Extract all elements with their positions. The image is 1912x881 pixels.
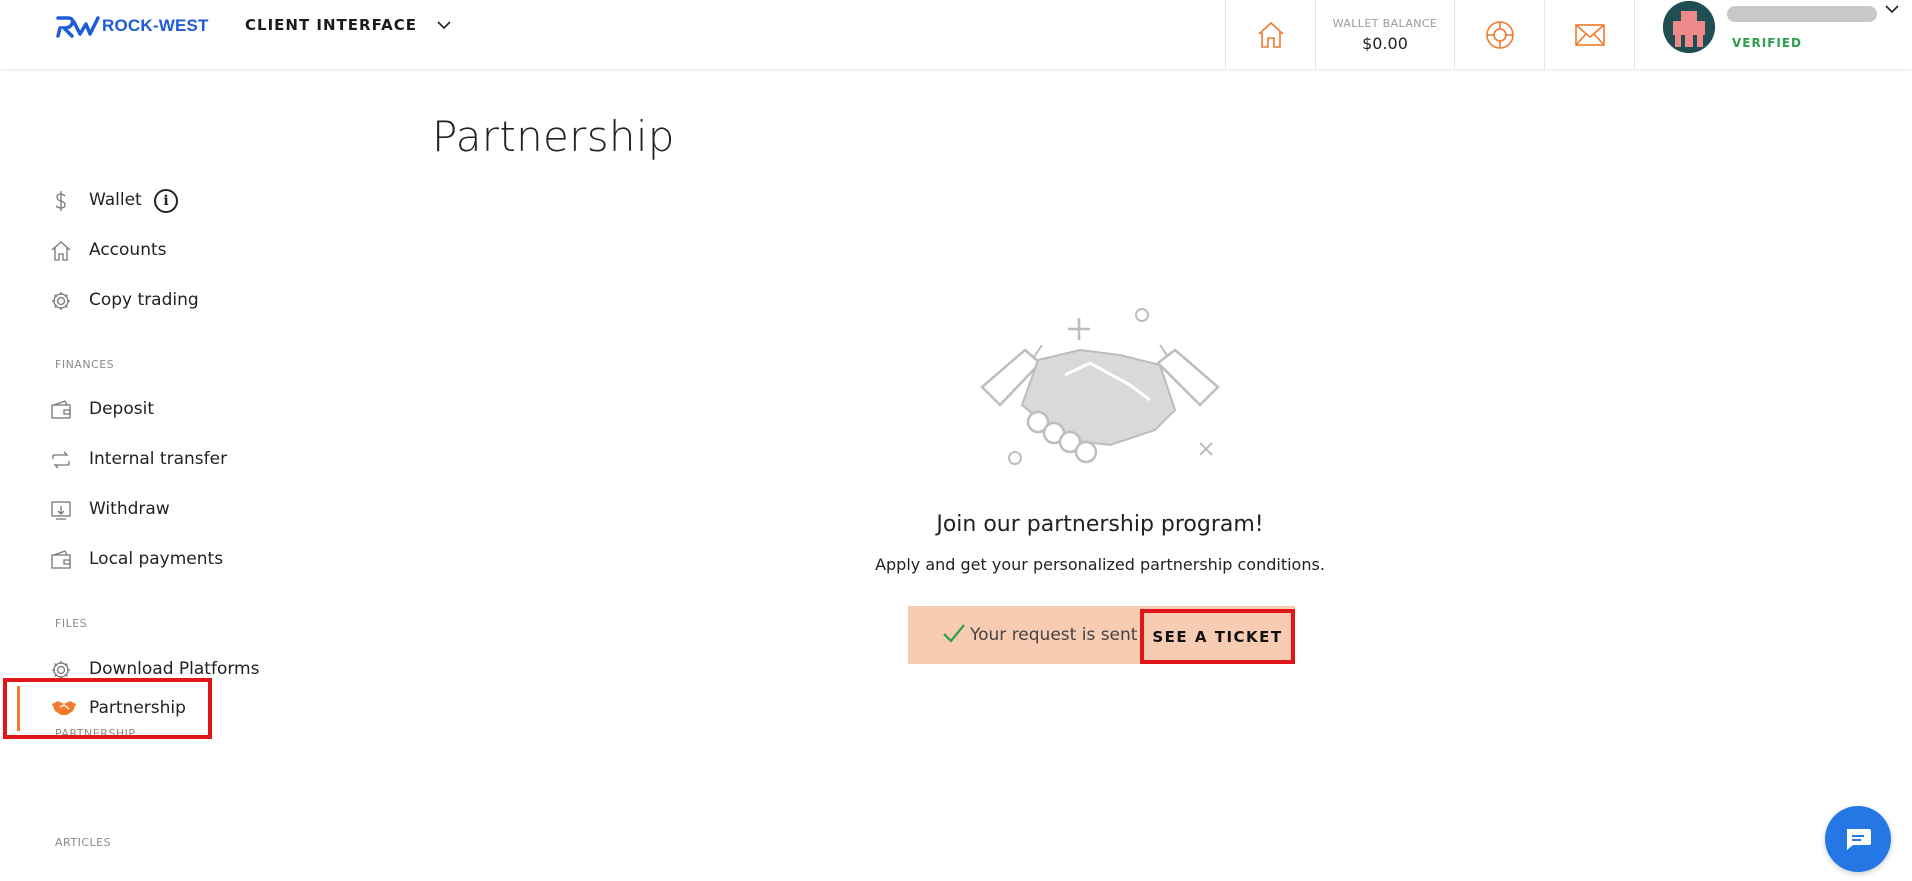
section-title-articles: ARTICLES xyxy=(55,836,112,849)
support-button[interactable] xyxy=(1454,0,1544,70)
wallet-balance-value: $0.00 xyxy=(1362,34,1408,53)
active-indicator xyxy=(17,686,20,731)
home-icon xyxy=(1257,21,1284,48)
chevron-down-icon xyxy=(1885,5,1899,14)
client-interface-dropdown[interactable]: CLIENT INTERFACE xyxy=(245,16,451,34)
home-icon xyxy=(51,241,71,261)
see-ticket-button[interactable]: SEE A TICKET xyxy=(1140,609,1295,664)
sidebar-item-label: Wallet xyxy=(89,190,142,210)
page-title: Partnership xyxy=(432,112,675,161)
mail-icon xyxy=(1574,24,1605,46)
join-title: Join our partnership program! xyxy=(936,512,1264,537)
wallet-balance-label: WALLET BALANCE xyxy=(1332,17,1438,30)
section-title-finances: FINANCES xyxy=(55,358,115,371)
sidebar-item-label: Copy trading xyxy=(89,290,199,310)
request-sent-text: Your request is sent xyxy=(970,625,1138,645)
chat-icon xyxy=(1847,829,1871,850)
logo-mark-icon xyxy=(56,16,100,38)
wallet-balance[interactable]: WALLET BALANCE $0.00 xyxy=(1315,0,1454,70)
sidebar-item-withdraw[interactable]: Withdraw xyxy=(0,489,260,529)
dollar-icon xyxy=(55,191,66,211)
join-subtitle: Apply and get your personalized partners… xyxy=(875,555,1325,574)
sidebar-item-wallet[interactable]: Wallet i xyxy=(0,180,260,220)
sidebar-item-label: Download Platforms xyxy=(89,659,260,679)
section-title-files: FILES xyxy=(55,617,88,630)
gear-icon xyxy=(52,292,70,310)
handshake-illustration-icon xyxy=(980,308,1220,465)
messages-button[interactable] xyxy=(1544,0,1634,70)
sidebar-item-label: Partnership xyxy=(89,698,186,718)
sidebar-item-deposit[interactable]: Deposit xyxy=(0,389,260,429)
see-ticket-label: SEE A TICKET xyxy=(1152,627,1283,646)
info-icon[interactable]: i xyxy=(154,189,178,213)
client-interface-label: CLIENT INTERFACE xyxy=(245,16,417,34)
sidebar-item-copy-trading[interactable]: Copy trading xyxy=(0,280,260,320)
wallet-icon xyxy=(51,400,71,419)
sidebar-item-label: Deposit xyxy=(89,399,154,419)
handshake-icon xyxy=(52,701,76,715)
sidebar-item-label: Withdraw xyxy=(89,499,170,519)
sidebar-item-label: Accounts xyxy=(89,240,167,260)
verified-badge: VERIFIED xyxy=(1732,36,1803,50)
logo-text: ROCK-WEST xyxy=(102,16,209,35)
home-button[interactable] xyxy=(1225,0,1315,70)
sidebar-item-local-payments[interactable]: Local payments xyxy=(0,539,260,579)
chat-button[interactable] xyxy=(1825,806,1891,872)
lifebuoy-icon xyxy=(1485,21,1514,49)
username-redacted xyxy=(1727,6,1877,22)
sidebar-item-accounts[interactable]: Accounts xyxy=(0,230,260,270)
checkmark-icon xyxy=(943,624,965,643)
avatar xyxy=(1663,1,1715,53)
sidebar-item-internal-transfer[interactable]: Internal transfer xyxy=(0,439,260,479)
logo[interactable]: ROCK-WEST xyxy=(54,14,209,38)
top-header: ROCK-WEST CLIENT INTERFACE WALLET BALANC… xyxy=(0,0,1912,70)
wallet-icon xyxy=(51,550,71,569)
sidebar-item-label: Local payments xyxy=(89,549,224,569)
withdraw-icon xyxy=(51,501,71,520)
sidebar: Wallet i Accounts Copy trading FINANCES … xyxy=(0,70,300,881)
profile-menu[interactable]: VERIFIED xyxy=(1634,0,1912,70)
sidebar-item-label: Internal transfer xyxy=(89,449,228,469)
chevron-down-icon xyxy=(437,21,451,30)
transfer-icon xyxy=(52,451,70,469)
sidebar-item-partnership[interactable]: Partnership xyxy=(3,678,212,739)
